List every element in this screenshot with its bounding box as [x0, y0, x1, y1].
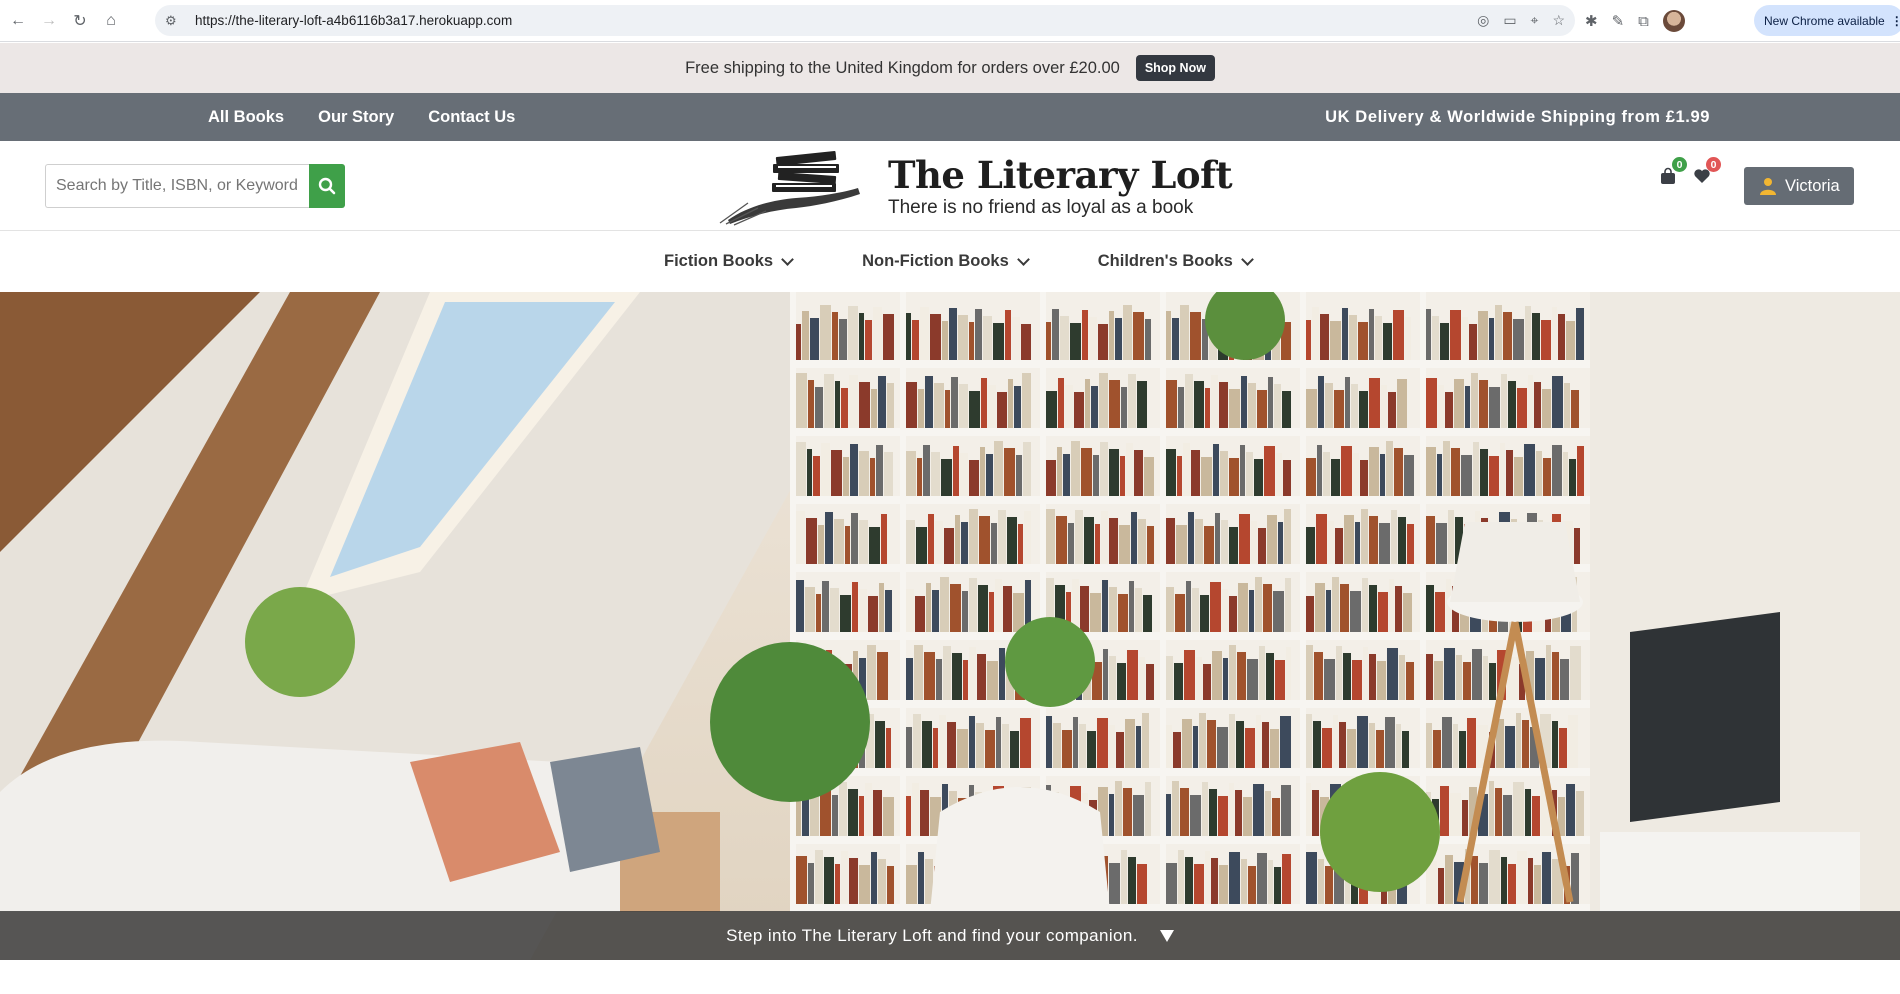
- chrome-update-button[interactable]: New Chrome available ⋮: [1754, 5, 1900, 36]
- brand-tagline: There is no friend as loyal as a book: [888, 197, 1194, 218]
- chevron-down-icon: [781, 253, 794, 266]
- address-bar[interactable]: ⚙ https://the-literary-loft-a4b6116b3a17…: [155, 5, 1575, 36]
- forward-icon[interactable]: →: [36, 8, 62, 34]
- eye-off-icon[interactable]: ◎: [1477, 12, 1489, 29]
- site-info-icon[interactable]: ⚙: [165, 13, 185, 29]
- hero-loft-library-image: [0, 292, 1900, 960]
- menu-non-fiction-label: Non-Fiction Books: [862, 252, 1009, 270]
- card-icon[interactable]: ▭: [1503, 12, 1516, 29]
- hero-caption-bar[interactable]: Step into The Literary Loft and find you…: [0, 911, 1900, 960]
- menu-dots-icon[interactable]: ⋮: [1891, 14, 1900, 28]
- extensions-puzzle-icon[interactable]: ⧉: [1638, 13, 1649, 30]
- chevron-down-icon: [1240, 253, 1254, 266]
- profile-avatar[interactable]: [1662, 10, 1685, 32]
- search-input[interactable]: [45, 164, 309, 208]
- menu-childrens-label: Children's Books: [1097, 252, 1233, 270]
- logo-books-hand-icon: [719, 150, 860, 226]
- scroll-down-arrow-icon[interactable]: [1159, 929, 1174, 942]
- search-button[interactable]: [309, 164, 345, 208]
- nav-all-books[interactable]: All Books: [208, 108, 284, 127]
- update-label: New Chrome available: [1764, 13, 1885, 28]
- search-form: [45, 164, 345, 208]
- brand-title: The Literary Loft: [888, 153, 1233, 197]
- reload-icon[interactable]: ↻: [67, 8, 93, 34]
- top-nav: All Books Our Story Contact Us UK Delive…: [0, 93, 1900, 141]
- account-name: Victoria: [1785, 176, 1840, 195]
- shop-now-button[interactable]: Shop Now: [1135, 55, 1215, 81]
- menu-fiction-books[interactable]: Fiction Books: [664, 252, 794, 271]
- cart-button[interactable]: 0: [1658, 157, 1687, 186]
- user-icon: [1760, 178, 1776, 195]
- shipping-notice: UK Delivery & Worldwide Shipping from £1…: [1325, 107, 1710, 126]
- category-menu: Fiction Books Non-Fiction Books Children…: [0, 231, 1900, 292]
- wishlist-count-badge: 0: [1706, 157, 1721, 172]
- search-icon: [318, 177, 336, 195]
- cart-count-badge: 0: [1672, 157, 1687, 172]
- browser-toolbar: ← → ↻ ⌂ ⚙ https://the-literary-loft-a4b6…: [0, 0, 1900, 42]
- hero-banner: Step into The Literary Loft and find you…: [0, 292, 1900, 960]
- promo-bar: Free shipping to the United Kingdom for …: [0, 43, 1900, 93]
- account-button[interactable]: Victoria: [1744, 167, 1854, 205]
- menu-non-fiction-books[interactable]: Non-Fiction Books: [862, 252, 1030, 271]
- url-text[interactable]: https://the-literary-loft-a4b6116b3a17.h…: [195, 13, 512, 28]
- wishlist-button[interactable]: 0: [1692, 157, 1721, 186]
- extension-pen-icon[interactable]: ✎: [1612, 12, 1625, 30]
- home-icon[interactable]: ⌂: [98, 8, 124, 34]
- back-icon[interactable]: ←: [5, 8, 31, 34]
- location-icon[interactable]: ⌖: [1531, 12, 1539, 29]
- extension-bug-icon[interactable]: ✱: [1585, 12, 1598, 30]
- menu-fiction-label: Fiction Books: [664, 252, 774, 270]
- hero-caption-text: Step into The Literary Loft and find you…: [726, 925, 1138, 945]
- chevron-down-icon: [1016, 253, 1030, 266]
- bookmark-star-icon[interactable]: ☆: [1552, 12, 1565, 29]
- nav-our-story[interactable]: Our Story: [318, 108, 394, 127]
- nav-contact-us[interactable]: Contact Us: [428, 108, 515, 127]
- site-logo[interactable]: The Literary Loft There is no friend as …: [718, 147, 1233, 227]
- menu-childrens-books[interactable]: Children's Books: [1097, 252, 1254, 271]
- promo-text: Free shipping to the United Kingdom for …: [685, 58, 1120, 77]
- site-header: The Literary Loft There is no friend as …: [0, 141, 1900, 231]
